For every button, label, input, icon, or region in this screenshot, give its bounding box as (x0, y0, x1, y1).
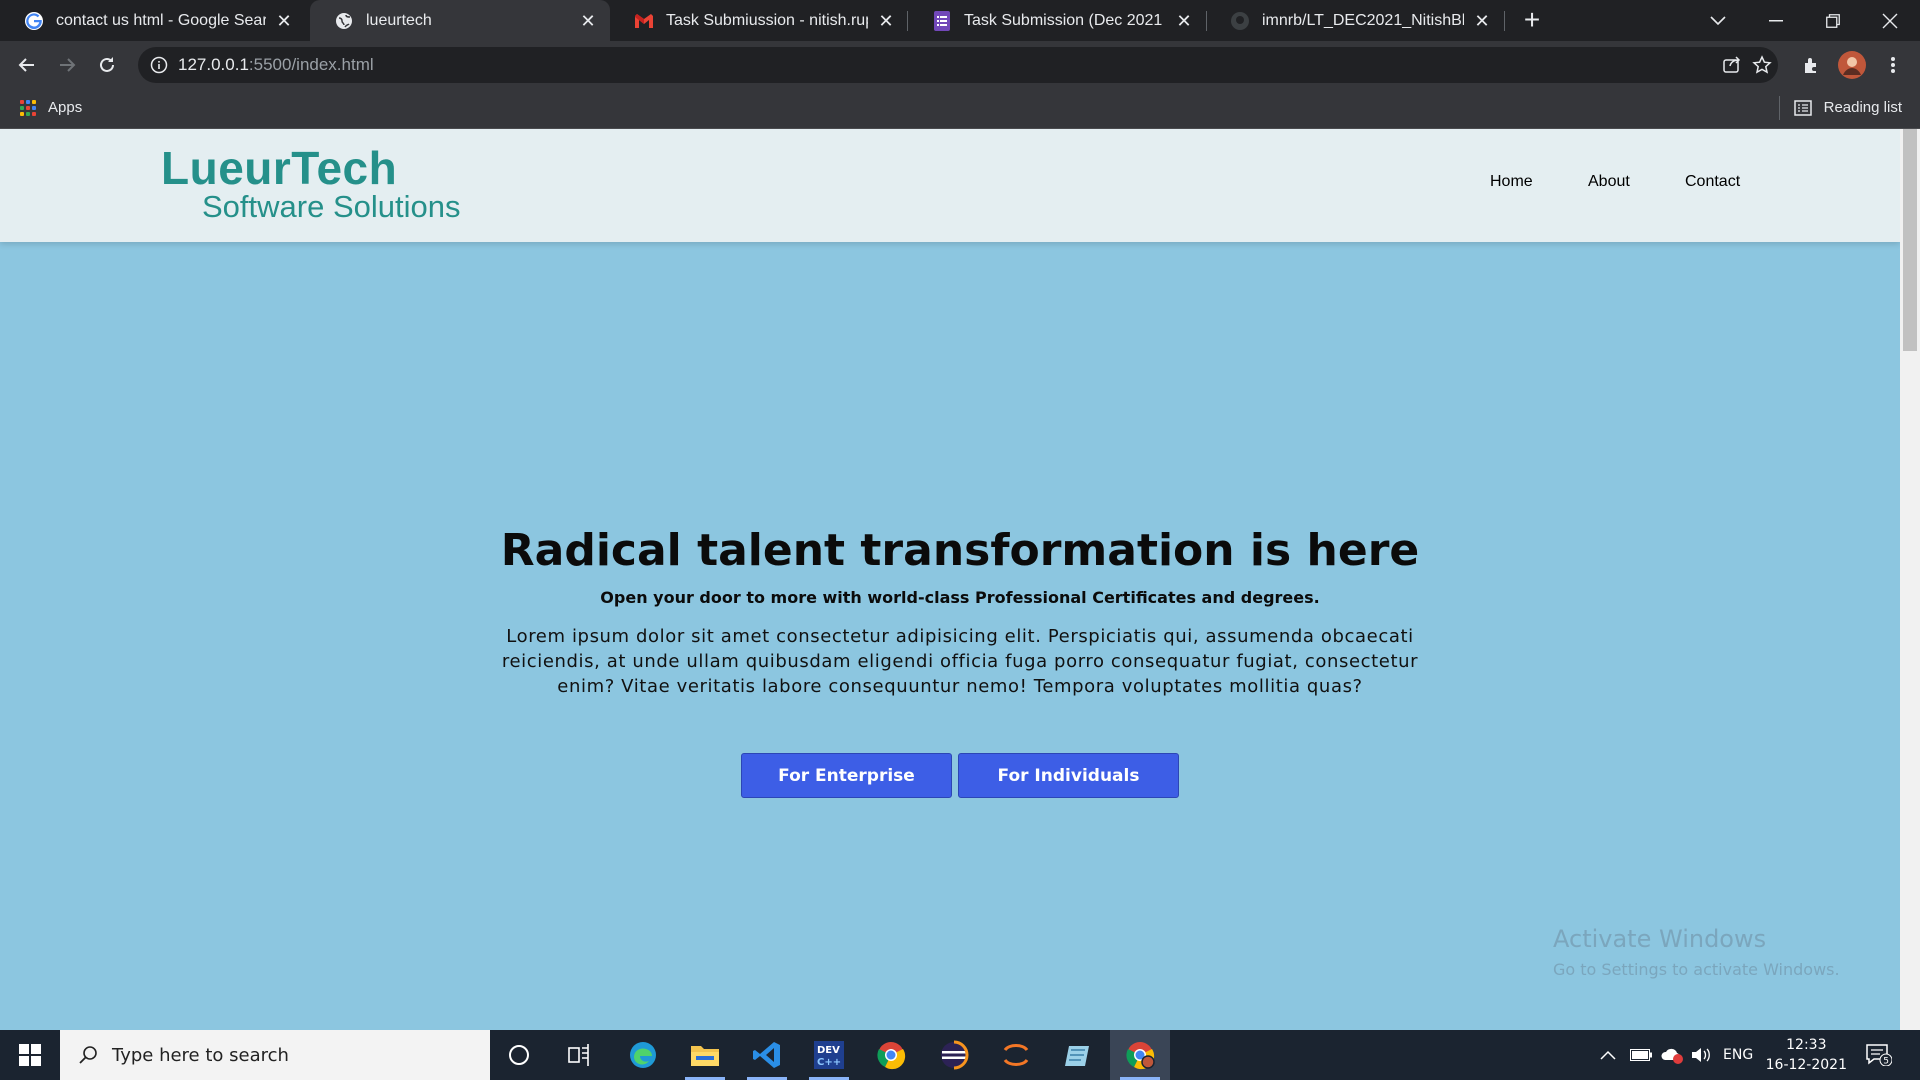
chrome-active-icon[interactable] (1110, 1030, 1170, 1080)
windows-taskbar: Type here to search DEV C++ ENG 12:33 16… (0, 1030, 1920, 1080)
tab-search-icon[interactable] (1690, 0, 1746, 41)
windows-start-button[interactable] (0, 1030, 60, 1080)
apps-grid-icon (20, 99, 36, 116)
search-icon (78, 1045, 98, 1065)
tab-task-submission[interactable]: Task Submission (Dec 2021 - Batc ✕ (908, 0, 1206, 41)
tab-google-search[interactable]: contact us html - Google Search ✕ (0, 0, 306, 41)
url-text: 127.0.0.1:5500/index.html (178, 55, 374, 74)
page-scrollbar[interactable] (1900, 129, 1920, 1030)
apps-label: Apps (48, 99, 83, 116)
show-hidden-icons[interactable] (1600, 1030, 1616, 1080)
onedrive-icon[interactable] (1660, 1030, 1684, 1080)
site-header: LueurTech Software Solutions Home About … (0, 129, 1900, 242)
language-indicator[interactable]: ENG (1723, 1030, 1753, 1080)
search-placeholder: Type here to search (112, 1044, 289, 1066)
notification-center-icon[interactable]: 5 (1866, 1030, 1892, 1080)
task-view-icon[interactable] (550, 1030, 610, 1080)
notification-count: 5 (1883, 1057, 1889, 1067)
hero-subtitle: Open your door to more with world-class … (600, 588, 1320, 607)
chrome-icon[interactable] (861, 1030, 921, 1080)
new-tab-button[interactable]: + (1518, 6, 1546, 34)
profile-avatar[interactable] (1836, 49, 1868, 81)
activate-windows-hint: Go to Settings to activate Windows. (1553, 960, 1840, 979)
browser-tab-strip: contact us html - Google Search ✕ lueurt… (0, 0, 1920, 41)
reload-button[interactable] (91, 49, 123, 81)
for-enterprise-button[interactable]: For Enterprise (741, 753, 952, 798)
close-icon[interactable]: ✕ (1472, 11, 1492, 31)
for-individuals-button[interactable]: For Individuals (958, 753, 1179, 798)
taskbar-search-box[interactable]: Type here to search (60, 1030, 490, 1080)
globe-icon (334, 11, 354, 31)
share-icon[interactable] (1722, 55, 1742, 80)
tab-gmail[interactable]: Task Submiussion - nitish.rupak@ ✕ (610, 0, 908, 41)
page-viewport: LueurTech Software Solutions Home About … (0, 129, 1920, 1030)
tab-github[interactable]: imnrb/LT_DEC2021_NitishBhattac ✕ (1206, 0, 1504, 41)
nav-contact[interactable]: Contact (1685, 173, 1740, 191)
nav-about[interactable]: About (1588, 173, 1630, 191)
volume-icon[interactable] (1691, 1030, 1713, 1080)
tab-title: contact us html - Google Search (56, 11, 266, 29)
github-icon (1230, 11, 1250, 31)
logo-title[interactable]: LueurTech (161, 141, 397, 195)
close-icon[interactable]: ✕ (578, 11, 598, 31)
restore-button[interactable] (1805, 0, 1861, 41)
reading-list-button[interactable]: Reading list (1793, 99, 1902, 116)
logo-subtitle: Software Solutions (202, 189, 461, 224)
devcpp-icon[interactable]: DEV C++ (799, 1030, 859, 1080)
tab-title: Task Submiussion - nitish.rupak@ (666, 11, 868, 29)
activate-windows-title: Activate Windows (1553, 925, 1767, 953)
clock-time: 12:33 (1786, 1037, 1827, 1053)
close-icon[interactable]: ✕ (1174, 11, 1194, 31)
minimize-button[interactable] (1748, 0, 1804, 41)
extensions-icon[interactable] (1796, 49, 1828, 81)
bookmarks-bar: Apps Reading list (0, 89, 1920, 129)
scroll-thumb[interactable] (1903, 129, 1917, 351)
menu-kebab-icon[interactable] (1877, 49, 1909, 81)
forms-icon (932, 10, 952, 31)
hero-title: Radical talent transformation is here (500, 525, 1420, 576)
browser-toolbar: 127.0.0.1:5500/index.html (0, 41, 1920, 89)
jupyter-icon[interactable] (986, 1030, 1046, 1080)
file-explorer-icon[interactable] (675, 1030, 735, 1080)
forward-button[interactable] (51, 49, 83, 81)
close-icon[interactable]: ✕ (274, 11, 294, 31)
tab-title: Task Submission (Dec 2021 - Batc (964, 11, 1166, 29)
edge-icon[interactable] (613, 1030, 673, 1080)
close-window-button[interactable] (1862, 0, 1918, 41)
apps-bookmark[interactable]: Apps (20, 99, 82, 116)
google-icon (24, 11, 44, 31)
reading-list-icon (1793, 99, 1812, 116)
svg-text:DEV: DEV (817, 1045, 840, 1056)
reading-list-label: Reading list (1823, 99, 1902, 116)
nav-home[interactable]: Home (1490, 173, 1533, 191)
tab-title: imnrb/LT_DEC2021_NitishBhattac (1262, 11, 1464, 29)
hero-body: Lorem ipsum dolor sit amet consectetur a… (501, 626, 1419, 697)
battery-icon[interactable] (1630, 1030, 1652, 1080)
back-button[interactable] (11, 49, 43, 81)
close-icon[interactable]: ✕ (876, 11, 896, 31)
clock-date: 16-12-2021 (1765, 1057, 1847, 1073)
notes-app-icon[interactable] (1048, 1030, 1108, 1080)
tab-title: lueurtech (366, 11, 432, 29)
svg-text:C++: C++ (817, 1057, 841, 1068)
cortana-icon[interactable] (489, 1030, 549, 1080)
info-icon[interactable] (150, 56, 168, 74)
address-bar[interactable]: 127.0.0.1:5500/index.html (138, 47, 1778, 83)
tab-lueurtech[interactable]: lueurtech ✕ (310, 0, 610, 41)
vscode-icon[interactable] (737, 1030, 797, 1080)
gmail-icon (634, 11, 654, 31)
system-clock[interactable]: 12:33 16-12-2021 (1766, 1035, 1847, 1075)
eclipse-icon[interactable] (924, 1030, 984, 1080)
bookmark-star-icon[interactable] (1746, 49, 1778, 81)
